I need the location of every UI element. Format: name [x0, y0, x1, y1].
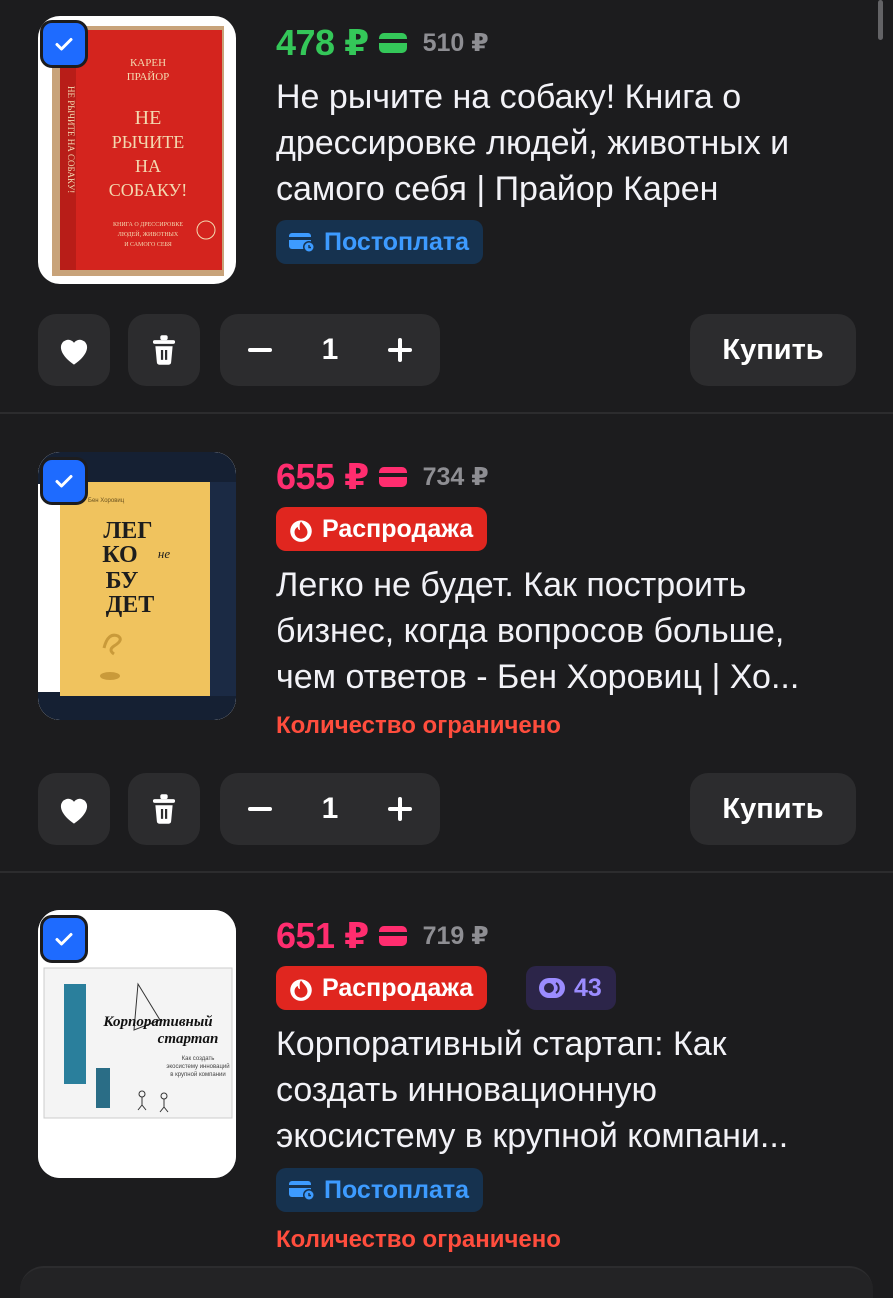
postpay-card-icon	[289, 233, 315, 253]
title-line: Корпоративный стартап: Как	[276, 1025, 727, 1063]
title-line: чем ответов - Бен Хоровиц | Хо...	[276, 658, 800, 696]
quantity-value: 1	[321, 792, 339, 825]
svg-text:ПРАЙОР: ПРАЙОР	[127, 71, 170, 83]
plus-icon[interactable]	[384, 334, 416, 366]
trash-icon	[152, 794, 176, 824]
price-row-1: 478 ₽ 510 ₽	[276, 22, 489, 64]
minus-icon[interactable]	[244, 793, 276, 825]
svg-text:БУ: БУ	[106, 568, 139, 594]
coin-icon	[539, 978, 565, 998]
svg-text:не: не	[158, 546, 170, 561]
price: 478 ₽	[276, 22, 369, 63]
svg-text:Как создать: Как создать	[182, 1056, 215, 1062]
svg-text:НЕ РЫЧИТЕ НА СОБАКУ!: НЕ РЫЧИТЕ НА СОБАКУ!	[66, 86, 76, 193]
svg-text:ДЕТ: ДЕТ	[106, 592, 155, 618]
buy-button[interactable]: Купить	[690, 773, 856, 845]
title-line: создать инновационную	[276, 1071, 657, 1109]
delete-button[interactable]	[128, 314, 200, 386]
svg-text:в крупной компании: в крупной компании	[170, 1071, 225, 1078]
favorite-button[interactable]	[38, 773, 110, 845]
card-icon	[378, 926, 407, 946]
postpay-card-icon	[289, 1181, 315, 1201]
title-line: Легко не будет. Как построить	[276, 566, 747, 604]
old-price: 719 ₽	[422, 922, 489, 950]
postpay-label: Постоплата	[324, 1175, 470, 1204]
svg-text:И САМОГО СЕБЯ: И САМОГО СЕБЯ	[124, 242, 172, 248]
minus-icon[interactable]	[244, 334, 276, 366]
limited-stock-label: Количество ограничено	[276, 1226, 561, 1253]
svg-text:ЛЕГ: ЛЕГ	[103, 518, 152, 544]
price-row-2: 655 ₽ 734 ₽	[276, 456, 489, 498]
svg-text:ЛЮДЕЙ, ЖИВОТНЫХ: ЛЮДЕЙ, ЖИВОТНЫХ	[118, 230, 179, 238]
svg-text:КО: КО	[102, 542, 137, 568]
heart-icon	[60, 798, 88, 824]
price-row-3: 651 ₽ 719 ₽	[276, 915, 489, 957]
svg-text:СОБАКУ!: СОБАКУ!	[109, 180, 188, 200]
heart-icon	[60, 339, 88, 365]
old-price: 510 ₽	[422, 29, 489, 57]
price: 651 ₽	[276, 915, 369, 956]
svg-text:РЫЧИТЕ: РЫЧИТЕ	[112, 132, 184, 152]
check-icon	[55, 933, 73, 946]
quantity-stepper: 1	[220, 314, 440, 386]
select-checkbox-2[interactable]	[40, 457, 88, 505]
delete-button[interactable]	[128, 773, 200, 845]
divider	[0, 871, 893, 873]
postpay-badge: Постоплата	[276, 1168, 484, 1212]
bonus-badge: 43	[526, 966, 616, 1010]
old-price: 734 ₽	[422, 463, 489, 491]
next-card-edge	[20, 1266, 873, 1298]
buy-button[interactable]: Купить	[690, 314, 856, 386]
bonus-count: 43	[574, 973, 602, 1002]
title-line: бизнес, когда вопросов больше,	[276, 612, 785, 650]
title-line: дрессировке людей, животных и	[276, 124, 790, 162]
postpay-badge: Постоплата	[276, 220, 484, 264]
svg-text:КНИГА О ДРЕССИРОВКЕ: КНИГА О ДРЕССИРОВКЕ	[113, 222, 183, 228]
favorite-button[interactable]	[38, 314, 110, 386]
sale-badge: Распродажа	[276, 507, 488, 551]
title-line: Не рычите на собаку! Книга о	[276, 78, 742, 116]
svg-text:Бен Хоровиц: Бен Хоровиц	[88, 498, 125, 504]
product-title-3[interactable]: Корпоративный стартап: Как создать иннов…	[276, 1021, 866, 1159]
scrollbar[interactable]	[878, 0, 883, 40]
svg-text:экосистему инноваций: экосистему инноваций	[166, 1063, 229, 1070]
title-line: самого себя | Прайор Карен	[276, 170, 719, 208]
price: 655 ₽	[276, 456, 369, 497]
select-checkbox-3[interactable]	[40, 915, 88, 963]
limited-stock-label: Количество ограничено	[276, 712, 561, 739]
plus-icon[interactable]	[384, 793, 416, 825]
check-icon	[55, 38, 73, 51]
quantity-value: 1	[321, 333, 339, 366]
quantity-stepper: 1	[220, 773, 440, 845]
fire-icon	[290, 520, 312, 542]
svg-text:НЕ: НЕ	[135, 107, 162, 129]
title-line: экосистему в крупной компани...	[276, 1117, 789, 1155]
sale-badge: Распродажа	[276, 966, 488, 1010]
card-icon	[378, 33, 407, 53]
sale-label: Распродажа	[322, 514, 474, 543]
product-title-2[interactable]: Легко не будет. Как построить бизнес, ко…	[276, 562, 866, 700]
svg-text:стартап: стартап	[158, 1031, 219, 1047]
product-title-1[interactable]: Не рычите на собаку! Книга о дрессировке…	[276, 74, 866, 212]
divider	[0, 412, 893, 414]
select-checkbox-1[interactable]	[40, 20, 88, 68]
postpay-label: Постоплата	[324, 227, 470, 256]
card-icon	[378, 467, 407, 487]
svg-text:НА: НА	[135, 156, 161, 176]
trash-icon	[152, 335, 176, 365]
sale-label: Распродажа	[322, 973, 474, 1002]
svg-text:КАРЕН: КАРЕН	[130, 57, 166, 69]
check-icon	[55, 475, 73, 488]
svg-text:Корпоративный: Корпоративный	[102, 1014, 212, 1030]
fire-icon	[290, 979, 312, 1001]
